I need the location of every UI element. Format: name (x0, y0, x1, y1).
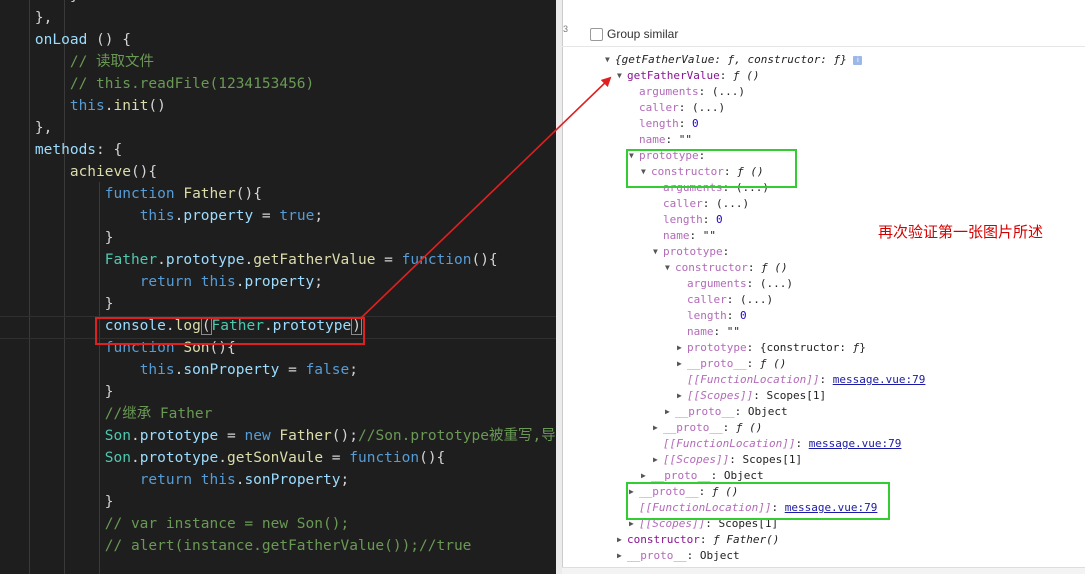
annotation-arrow (360, 76, 612, 319)
